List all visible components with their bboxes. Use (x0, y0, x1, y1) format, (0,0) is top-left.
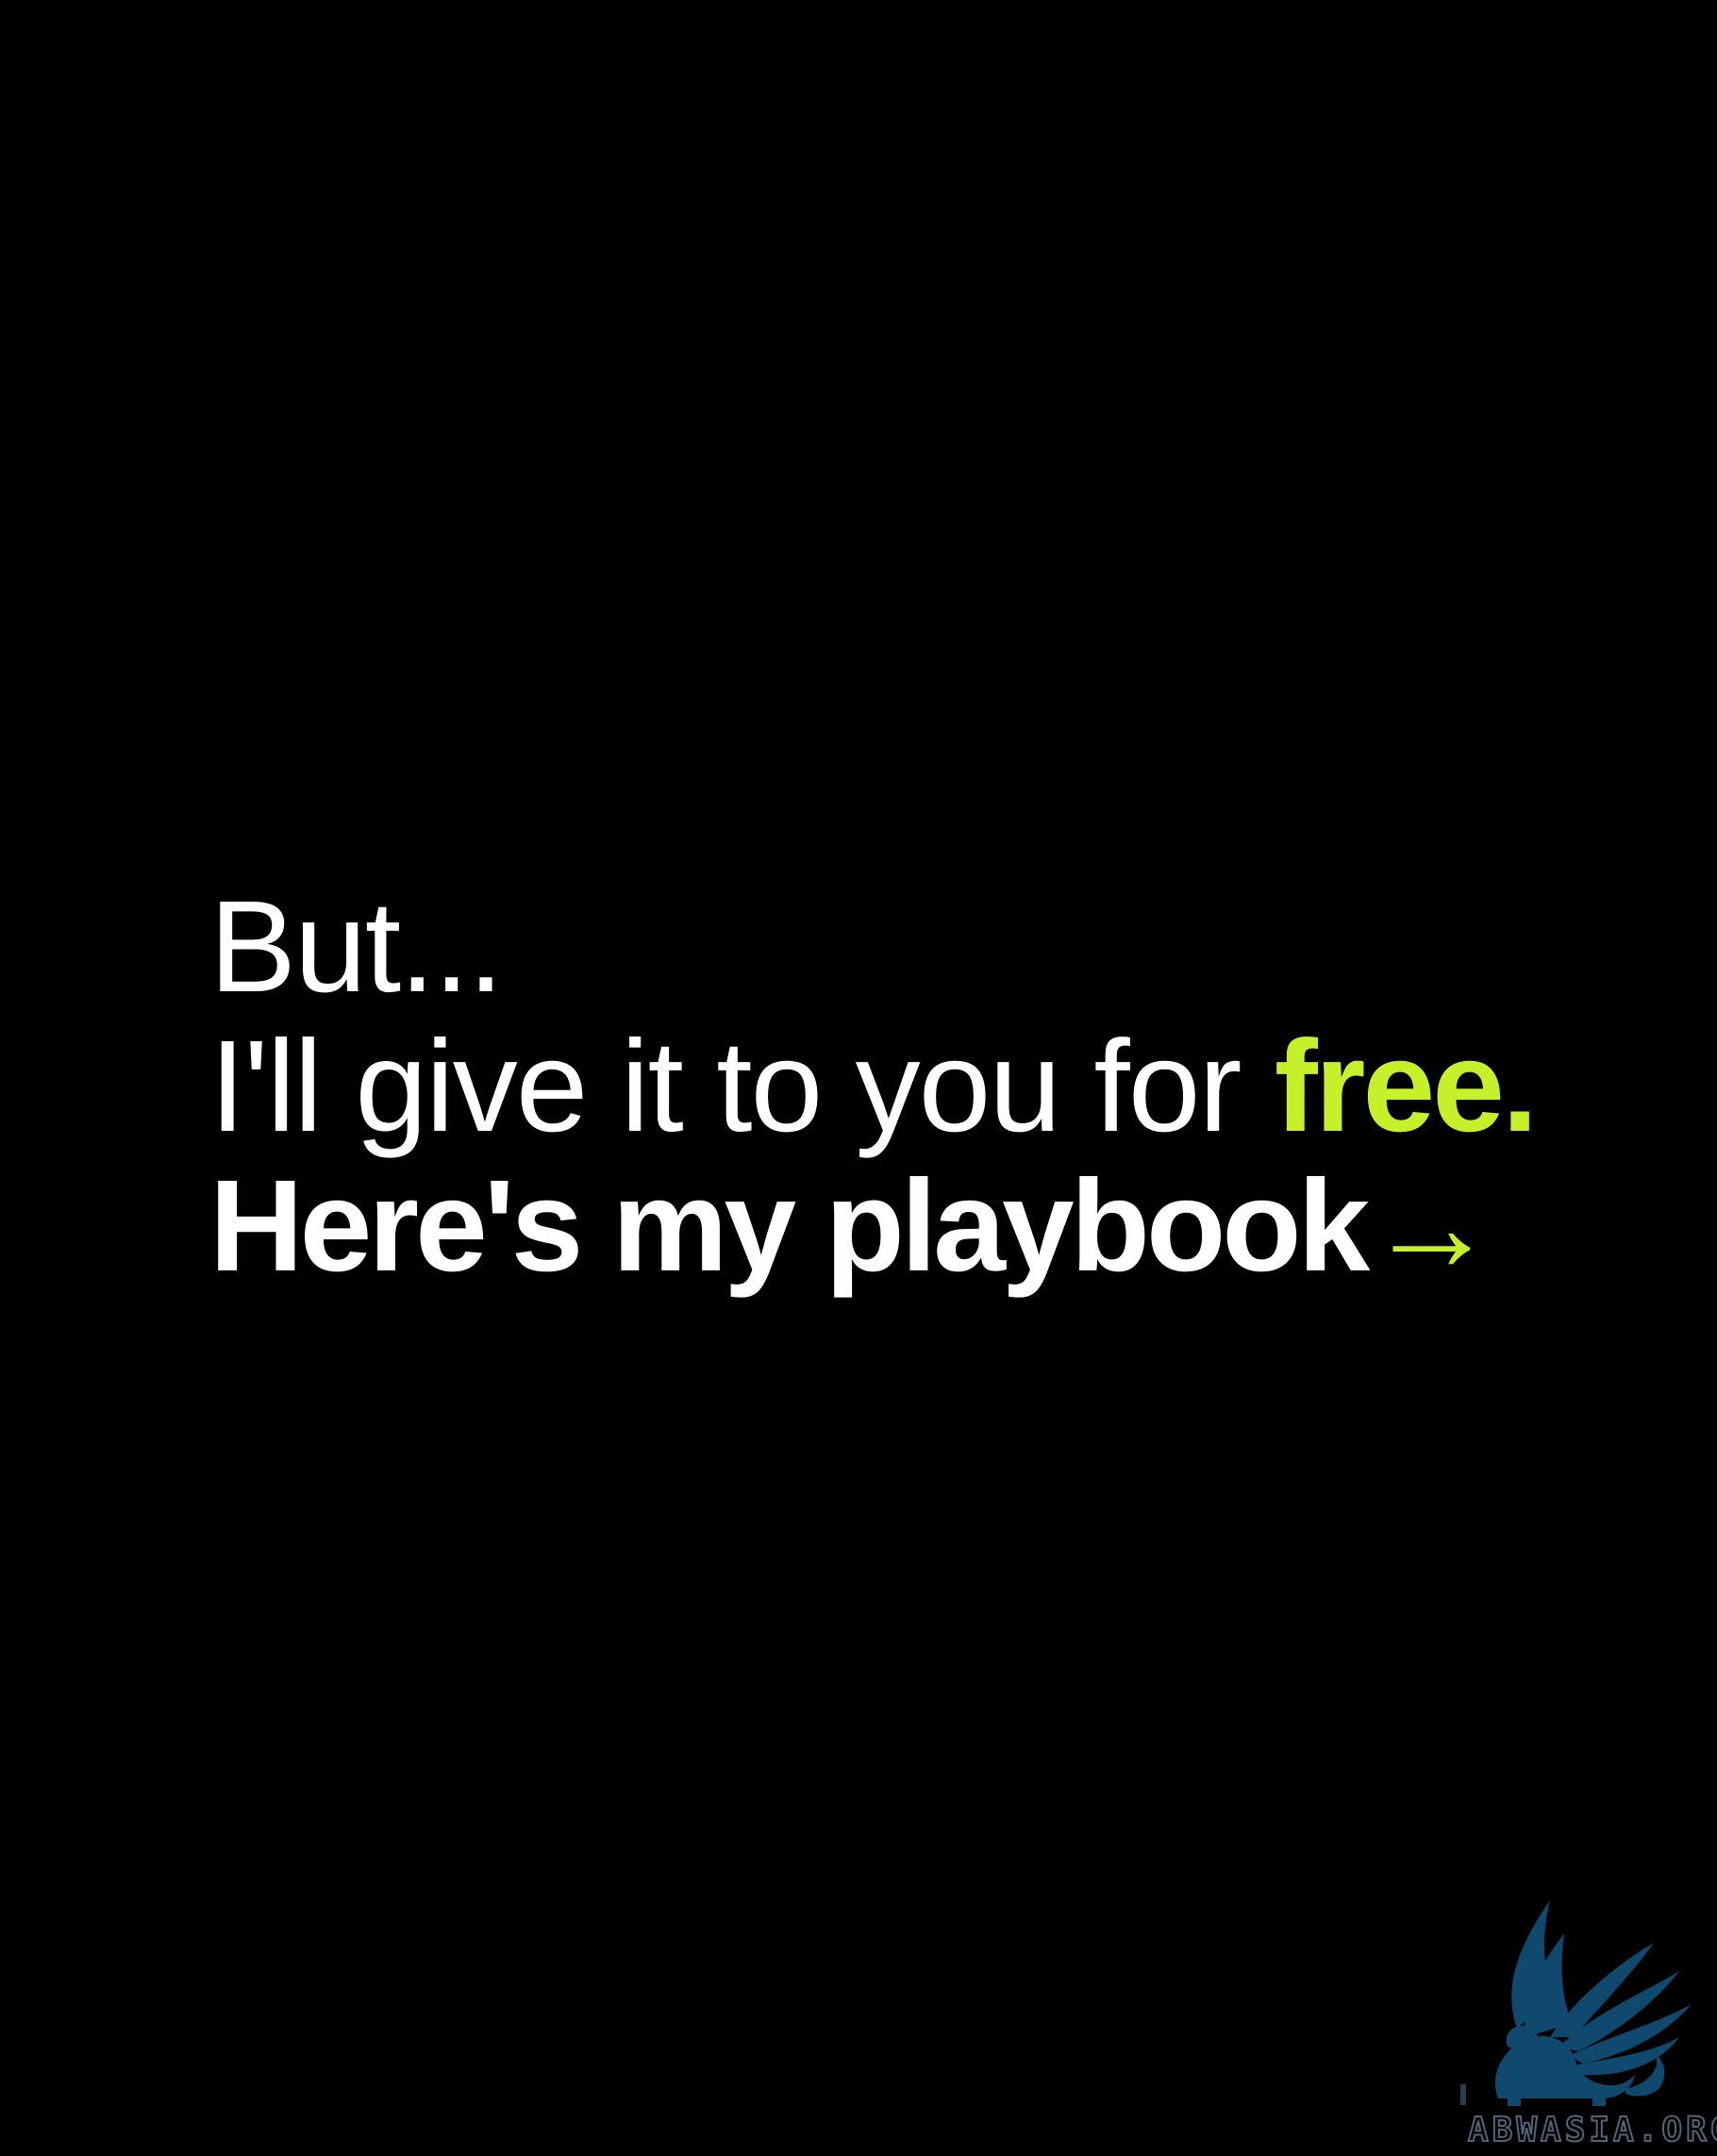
message-block: But... I'll give it to you for free. Her… (209, 877, 1625, 1296)
offer-text: I'll give it to you for (209, 1014, 1275, 1159)
free-highlight: free. (1274, 1014, 1538, 1159)
griffin-logo-icon (1460, 1900, 1692, 2106)
offer-line: I'll give it to you for free. (209, 1017, 1625, 1156)
watermark-logo: ABWASIA.ORG (1460, 1896, 1717, 2156)
intro-line: But... (209, 874, 504, 1020)
slide: But... I'll give it to you for free. Her… (0, 0, 1717, 2156)
playbook-text: Here's my playbook (209, 1153, 1370, 1299)
watermark-text: ABWASIA.ORG (1467, 2110, 1717, 2150)
playbook-line: Here's my playbook→ (209, 1156, 1625, 1296)
arrow-right-icon: → (1366, 1153, 1497, 1299)
